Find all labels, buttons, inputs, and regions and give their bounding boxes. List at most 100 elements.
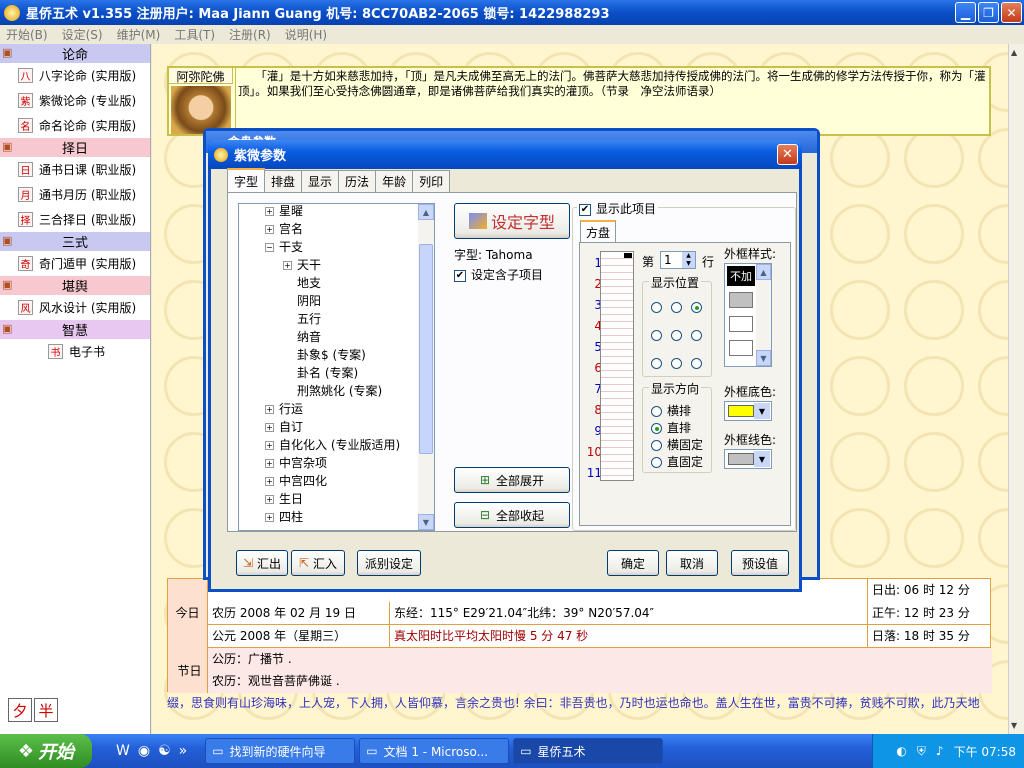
collapse-icon[interactable]: −: [265, 243, 274, 252]
frame-style-none[interactable]: 不加: [727, 266, 755, 286]
tab-1[interactable]: 排盘: [264, 170, 303, 192]
frame-style-list[interactable]: 不加 ▲ ▼: [724, 263, 772, 367]
tab-2[interactable]: 显示: [301, 170, 340, 192]
lunar-button-2[interactable]: 半: [34, 698, 58, 722]
sidebar-item[interactable]: 紫紫微论命 (专业版): [0, 88, 150, 113]
expand-icon[interactable]: +: [265, 225, 274, 234]
menu-item[interactable]: 开始(B): [6, 26, 48, 43]
taskbar-task[interactable]: ▭ 文档 1 - Microso...: [359, 738, 510, 764]
direction-radio[interactable]: 直排: [651, 419, 703, 436]
position-radio[interactable]: [691, 330, 702, 341]
expand-icon[interactable]: +: [265, 441, 274, 450]
clock[interactable]: 下午 07:58: [954, 743, 1016, 760]
taskbar-task[interactable]: ▭ 星侨五术: [513, 738, 664, 764]
tree-node[interactable]: + 宫名: [265, 220, 303, 238]
position-radio[interactable]: [651, 330, 662, 341]
tree-node[interactable]: − 干支: [265, 238, 303, 256]
frame-style-line[interactable]: [729, 340, 753, 356]
tree-node[interactable]: + 中宫四化: [265, 472, 327, 490]
start-button[interactable]: ❖ 开始: [0, 734, 92, 768]
tree-node[interactable]: 五行: [297, 310, 321, 328]
maximize-button[interactable]: ❐: [978, 2, 999, 23]
position-radio[interactable]: [651, 302, 662, 313]
set-font-button[interactable]: 设定字型: [454, 203, 570, 239]
scroll-down-icon[interactable]: ▼: [418, 514, 434, 530]
tab-4[interactable]: 年龄: [375, 170, 414, 192]
expand-icon[interactable]: +: [265, 423, 274, 432]
tab-3[interactable]: 历法: [338, 170, 377, 192]
row-stepper[interactable]: 1 ▲ ▼: [660, 251, 696, 269]
position-radio[interactable]: [671, 302, 682, 313]
expand-all-button[interactable]: ⊞ 全部展开: [454, 467, 570, 493]
menu-item[interactable]: 维护(M): [117, 26, 161, 43]
tree-node[interactable]: 卦象$ (专案): [297, 346, 366, 364]
tree-node[interactable]: 地支: [297, 274, 321, 292]
tree-node[interactable]: 刑煞姚化 (专案): [297, 382, 382, 400]
close-button[interactable]: ✕: [1001, 2, 1022, 23]
menu-item[interactable]: 注册(R): [229, 26, 271, 43]
minimize-button[interactable]: ▁: [955, 2, 976, 23]
set-children-checkbox[interactable]: ✔ 设定含子项目: [454, 266, 543, 283]
sidebar-item[interactable]: 月通书月历 (职业版): [0, 182, 150, 207]
frame-style-gray[interactable]: [729, 292, 753, 308]
menu-item[interactable]: 工具(T): [174, 26, 215, 43]
tree-scrollbar[interactable]: ▲ ▼: [418, 204, 434, 530]
show-item-checkbox[interactable]: ✔ 显示此项目: [577, 200, 659, 217]
tree-node[interactable]: + 四柱: [265, 508, 303, 526]
browser-icon[interactable]: ◉: [138, 743, 150, 759]
frame-style-white[interactable]: [729, 316, 753, 332]
main-scrollbar[interactable]: ▲ ▼: [1008, 44, 1024, 734]
position-radio[interactable]: [671, 330, 682, 341]
import-button[interactable]: ⇱ 汇入: [291, 550, 345, 576]
sidebar-item[interactable]: 八八字论命 (实用版): [0, 63, 150, 88]
tree-node[interactable]: + 自化化入 (专业版适用): [265, 436, 400, 454]
position-radio[interactable]: [671, 358, 682, 369]
tree-node[interactable]: 纳音: [297, 328, 321, 346]
tree-node[interactable]: + 自订: [265, 418, 303, 436]
dialog-close-button[interactable]: ✕: [777, 144, 798, 165]
tree-node[interactable]: + 生日: [265, 490, 303, 508]
expand-icon[interactable]: +: [265, 477, 274, 486]
menu-item[interactable]: 说明(H): [285, 26, 327, 43]
word-icon[interactable]: W: [116, 743, 130, 759]
direction-radio[interactable]: 横固定: [651, 436, 703, 453]
ok-button[interactable]: 确定: [607, 550, 659, 576]
direction-radio[interactable]: 直固定: [651, 453, 703, 470]
position-radio[interactable]: [691, 358, 702, 369]
expand-icon[interactable]: +: [265, 459, 274, 468]
item-tree[interactable]: + 星曜 + 宫名 − 干支 + 天干 地支 阴阳 五行 纳音 卦象$ (专案) 卦名 (专案) 刑煞姚化 …: [238, 203, 435, 531]
direction-radio[interactable]: 横排: [651, 402, 703, 419]
position-radio[interactable]: [651, 358, 662, 369]
export-button[interactable]: ⇲ 汇出: [236, 550, 288, 576]
expand-icon[interactable]: +: [265, 405, 274, 414]
sidebar-item[interactable]: 风风水设计 (实用版): [0, 295, 150, 320]
expand-icon[interactable]: +: [265, 207, 274, 216]
sidebar-item[interactable]: 奇奇门遁甲 (实用版): [0, 251, 150, 276]
tree-node[interactable]: + 行运: [265, 400, 303, 418]
sidebar-item[interactable]: 书电子书: [0, 339, 150, 364]
defaults-button[interactable]: 预设值: [731, 550, 789, 576]
shield-icon[interactable]: ⛨: [917, 744, 926, 759]
sidebar-item[interactable]: 名命名论命 (实用版): [0, 113, 150, 138]
menu-item[interactable]: 设定(S): [62, 26, 103, 43]
volume-icon[interactable]: ♪: [936, 744, 944, 758]
position-radio[interactable]: [691, 302, 702, 313]
subtab-square-chart[interactable]: 方盘: [580, 220, 616, 242]
lunar-button-1[interactable]: 夕: [8, 698, 32, 722]
tree-node[interactable]: 阴阳: [297, 292, 321, 310]
network-icon[interactable]: ◐: [896, 744, 906, 758]
derive-settings-button[interactable]: 派别设定: [357, 550, 421, 576]
tree-node[interactable]: + 天干: [283, 256, 321, 274]
taskbar-task[interactable]: ▭ 找到新的硬件向导: [205, 738, 356, 764]
tab-5[interactable]: 列印: [412, 170, 451, 192]
expand-icon[interactable]: +: [265, 513, 274, 522]
chevron-right-icon[interactable]: »: [179, 743, 188, 759]
app-launch-icon[interactable]: ☯: [158, 743, 171, 759]
tree-node[interactable]: 卦名 (专案): [297, 364, 358, 382]
tree-node[interactable]: + 星曜: [265, 204, 303, 220]
cancel-button[interactable]: 取消: [666, 550, 718, 576]
sidebar-item[interactable]: 日通书日课 (职业版): [0, 157, 150, 182]
tab-0[interactable]: 字型: [227, 168, 266, 192]
sidebar-item[interactable]: 择三合择日 (职业版): [0, 207, 150, 232]
scroll-up-icon[interactable]: ▲: [418, 204, 434, 220]
